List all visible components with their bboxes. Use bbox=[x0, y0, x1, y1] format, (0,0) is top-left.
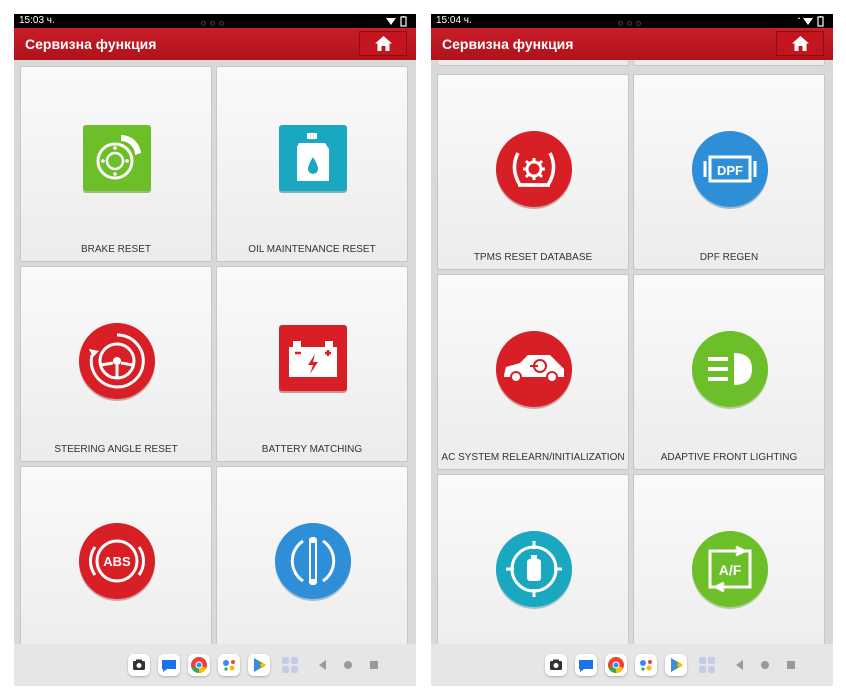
chrome-icon[interactable] bbox=[188, 654, 210, 676]
page-title: Сервизна функция bbox=[25, 36, 157, 52]
apps-grid-icon[interactable] bbox=[696, 654, 718, 676]
af-icon-text: A/F bbox=[719, 562, 742, 578]
ac-car-icon bbox=[496, 331, 572, 409]
injector-icon bbox=[275, 523, 351, 601]
android-nav-bar bbox=[431, 644, 833, 686]
af-icon: A/F bbox=[692, 531, 768, 609]
dpf-icon-text: DPF bbox=[717, 163, 743, 178]
left-screen: 15:03 ч. Сервизна функция BRAKE RESET OI… bbox=[14, 14, 416, 686]
home-icon bbox=[792, 36, 809, 51]
chrome-icon[interactable] bbox=[605, 654, 627, 676]
camera-dots bbox=[201, 18, 233, 26]
back-icon[interactable] bbox=[312, 654, 334, 676]
card-label: AC SYSTEM RELEARN/INITIALIZATION bbox=[441, 452, 625, 463]
card-label: DPF REGEN bbox=[699, 252, 759, 263]
apps-grid-icon[interactable] bbox=[279, 654, 301, 676]
home-nav-icon[interactable] bbox=[754, 654, 776, 676]
status-time: 15:04 ч. bbox=[436, 15, 472, 26]
level-sensor-card[interactable] bbox=[437, 474, 629, 644]
home-nav-icon[interactable] bbox=[337, 654, 359, 676]
page-title: Сервизна функция bbox=[442, 36, 574, 52]
wifi-battery-icon bbox=[386, 16, 407, 27]
assistant-icon[interactable] bbox=[635, 654, 657, 676]
camera-dots bbox=[618, 18, 650, 26]
function-grid[interactable]: BRAKE RESET OIL MAINTENANCE RESET STEERI… bbox=[14, 60, 416, 644]
injector-card[interactable] bbox=[216, 466, 408, 644]
play-store-icon[interactable] bbox=[665, 654, 687, 676]
oil-bottle-icon bbox=[279, 125, 347, 193]
card-label: BATTERY MATCHING bbox=[261, 444, 363, 455]
adaptive-front-lighting-card[interactable]: ADAPTIVE FRONT LIGHTING bbox=[633, 274, 825, 470]
dpf-regen-card[interactable]: DPF DPF REGEN bbox=[633, 74, 825, 270]
brake-reset-card[interactable]: BRAKE RESET bbox=[20, 66, 212, 262]
abs-icon: ABS bbox=[79, 523, 155, 601]
function-grid[interactable]: TPMS RESET DATABASE DPF DPF REGEN AC SYS… bbox=[431, 60, 833, 644]
steering-angle-reset-card[interactable]: STEERING ANGLE RESET bbox=[20, 266, 212, 462]
card-label: BRAKE RESET bbox=[80, 244, 152, 255]
right-screen: 15:04 ч. Сервизна функция TPMS RESET DAT… bbox=[431, 14, 833, 686]
status-bar: 15:03 ч. bbox=[14, 14, 416, 28]
card-label: ADAPTIVE FRONT LIGHTING bbox=[660, 452, 798, 463]
camera-icon[interactable] bbox=[545, 654, 567, 676]
af-card[interactable]: A/F bbox=[633, 474, 825, 644]
card-label: STEERING ANGLE RESET bbox=[54, 444, 178, 455]
play-store-icon[interactable] bbox=[248, 654, 270, 676]
card-label: TPMS RESET DATABASE bbox=[473, 252, 593, 263]
tpms-reset-card[interactable]: TPMS RESET DATABASE bbox=[437, 74, 629, 270]
home-button[interactable] bbox=[359, 31, 407, 56]
recents-icon[interactable] bbox=[780, 654, 802, 676]
android-nav-bar bbox=[14, 644, 416, 686]
status-time: 15:03 ч. bbox=[19, 15, 55, 26]
level-sensor-icon bbox=[496, 531, 572, 609]
oil-maintenance-reset-card[interactable]: OIL MAINTENANCE RESET bbox=[216, 66, 408, 262]
messages-icon[interactable] bbox=[575, 654, 597, 676]
home-button[interactable] bbox=[776, 31, 824, 56]
card-label: OIL MAINTENANCE RESET bbox=[248, 244, 376, 255]
dpf-icon: DPF bbox=[692, 131, 768, 209]
brake-disc-icon bbox=[83, 125, 151, 193]
headlight-icon bbox=[692, 331, 768, 409]
status-bar: 15:04 ч. bbox=[431, 14, 833, 28]
svg-text:ABS: ABS bbox=[103, 554, 131, 569]
back-icon[interactable] bbox=[729, 654, 751, 676]
assistant-icon[interactable] bbox=[218, 654, 240, 676]
camera-icon[interactable] bbox=[128, 654, 150, 676]
partial-card[interactable] bbox=[633, 60, 825, 66]
partial-card[interactable] bbox=[437, 60, 629, 66]
recents-icon[interactable] bbox=[363, 654, 385, 676]
tpms-icon bbox=[496, 131, 572, 209]
app-header: Сервизна функция bbox=[14, 28, 416, 60]
home-icon bbox=[375, 36, 392, 51]
battery-icon bbox=[279, 325, 347, 393]
ac-system-relearn-card[interactable]: AC SYSTEM RELEARN/INITIALIZATION bbox=[437, 274, 629, 470]
battery-matching-card[interactable]: BATTERY MATCHING bbox=[216, 266, 408, 462]
wifi-battery-icon bbox=[798, 16, 824, 27]
steering-wheel-icon bbox=[79, 323, 155, 401]
messages-icon[interactable] bbox=[158, 654, 180, 676]
abs-card[interactable]: ABS bbox=[20, 466, 212, 644]
app-header: Сервизна функция bbox=[431, 28, 833, 60]
